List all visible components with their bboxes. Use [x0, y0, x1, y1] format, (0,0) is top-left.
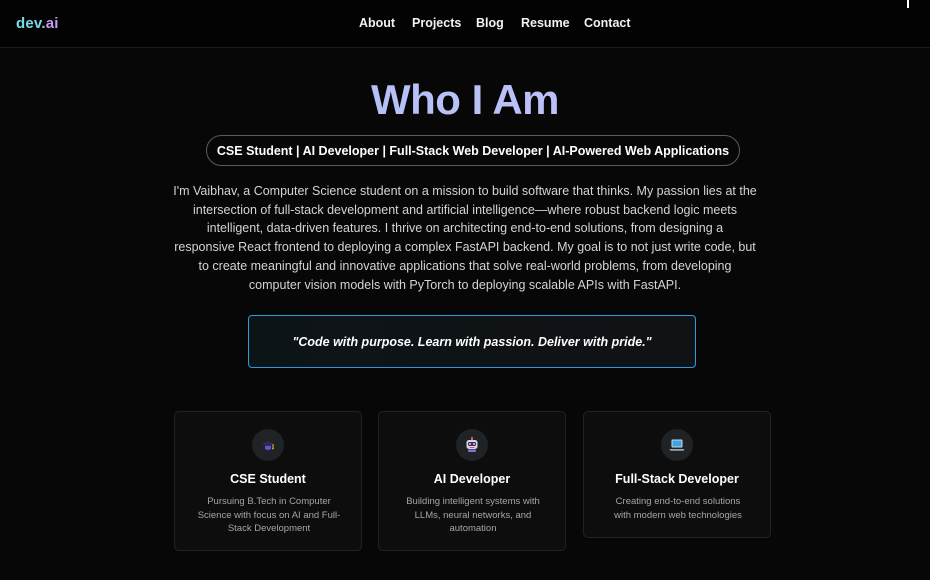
- card-title: AI Developer: [433, 472, 511, 486]
- card-full-stack-developer: Full-Stack Developer Creating end-to-end…: [583, 411, 771, 538]
- card-desc-line: Building intelligent systems with: [406, 496, 540, 507]
- bio-line: intelligent, data-driven features. I thr…: [206, 221, 724, 236]
- motto-quote: "Code with purpose. Learn with passion. …: [248, 315, 696, 368]
- nav-link-resume[interactable]: Resume: [521, 16, 570, 30]
- card-description: Creating end-to-end solutions with moder…: [598, 495, 758, 522]
- card-desc-line: Pursuing B.Tech in Computer: [207, 496, 331, 507]
- bio-paragraph: I'm Vaibhav, a Computer Science student …: [170, 182, 760, 294]
- logo-text-ai: ai: [45, 15, 59, 32]
- card-desc-line: LLMs, neural networks, and: [414, 509, 532, 521]
- bio-line: intersection of full-stack development a…: [192, 202, 738, 217]
- laptop-icon: [661, 429, 693, 461]
- top-navbar: dev.ai About Projects Blog Resume Contac…: [0, 0, 930, 48]
- card-description: Pursuing B.Tech in Computer Science with…: [189, 495, 349, 536]
- card-ai-developer: AI Developer Building intelligent system…: [378, 411, 566, 551]
- bio-line: to create meaningful and innovative appl…: [198, 258, 732, 273]
- nav-link-blog[interactable]: Blog: [476, 16, 504, 30]
- nav-link-projects[interactable]: Projects: [412, 16, 461, 30]
- logo-text-dev: dev.: [16, 15, 46, 32]
- nav-link-about[interactable]: About: [359, 16, 395, 30]
- card-desc-line: Creating end-to-end solutions: [615, 496, 741, 507]
- bio-line: computer vision models with PyTorch to d…: [248, 277, 682, 292]
- card-title: Full-Stack Developer: [615, 472, 739, 486]
- nav-link-contact[interactable]: Contact: [584, 16, 631, 30]
- nav-indicator: [907, 0, 909, 8]
- robot-icon: [456, 429, 488, 461]
- site-logo[interactable]: dev.ai: [16, 15, 59, 32]
- card-desc-line: Stack Development: [227, 523, 311, 534]
- card-cse-student: CSE Student Pursuing B.Tech in Computer …: [174, 411, 362, 551]
- card-desc-line: Science with focus on AI and Full-: [197, 509, 341, 521]
- bio-line: responsive React frontend to deploying a…: [174, 240, 756, 255]
- card-desc-line: with modern web technologies: [614, 509, 742, 521]
- bio-line: I'm Vaibhav, a Computer Science student …: [173, 184, 757, 198]
- card-title: CSE Student: [230, 472, 306, 486]
- page-title: Who I Am: [0, 76, 930, 124]
- card-description: Building intelligent systems with LLMs, …: [393, 495, 553, 536]
- roles-badge: CSE Student | AI Developer | Full-Stack …: [206, 135, 740, 166]
- graduation-cap-icon: [252, 429, 284, 461]
- card-desc-line: automation: [449, 523, 497, 534]
